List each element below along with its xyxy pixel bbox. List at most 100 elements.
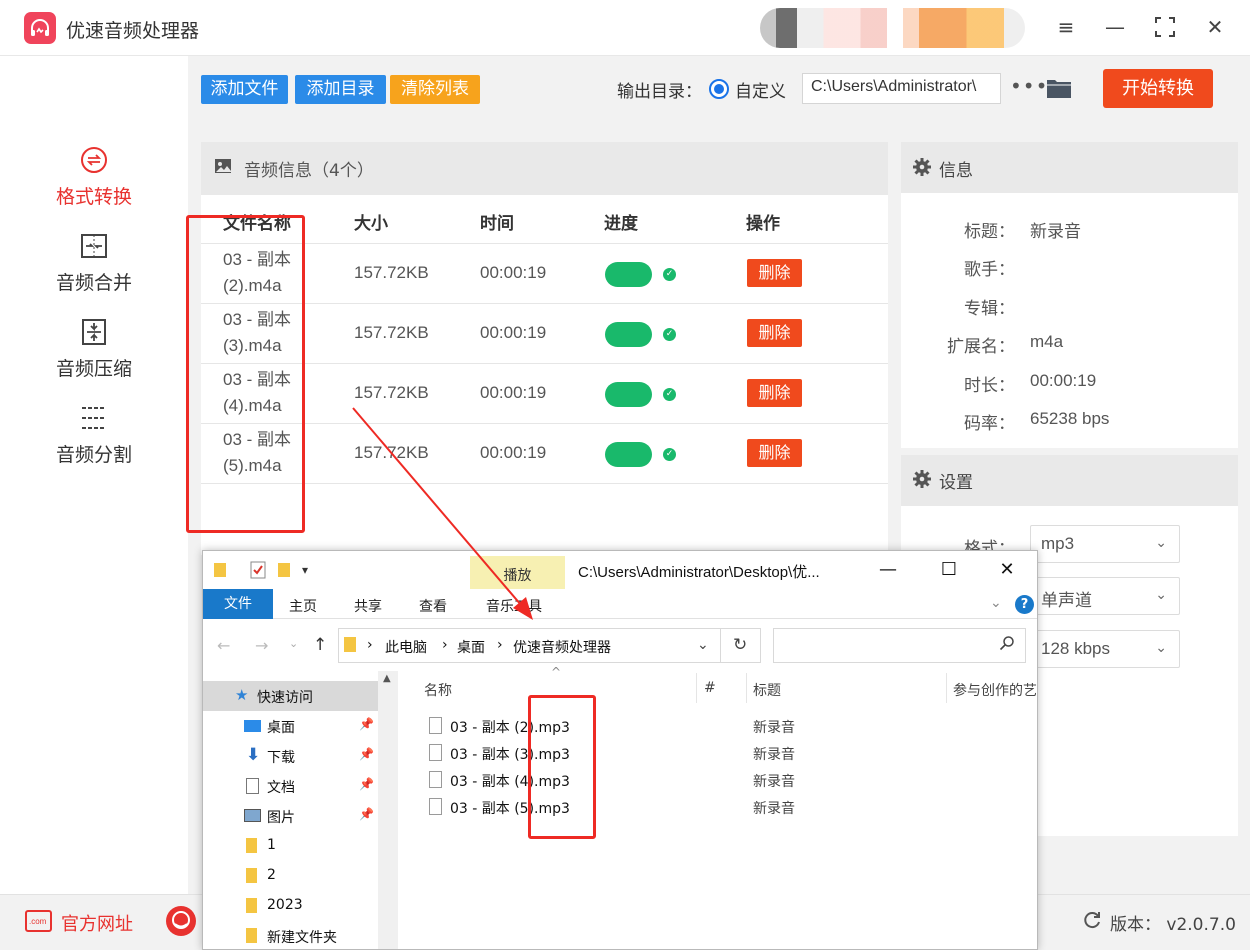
audio-file-icon xyxy=(429,771,442,788)
file-size: 157.72KB xyxy=(354,263,429,282)
sidebar-item-split[interactable]: 音频分割 xyxy=(0,404,188,474)
recent-locations-icon[interactable]: ⌄ xyxy=(289,637,298,650)
custom-radio[interactable] xyxy=(709,79,729,99)
help-icon[interactable]: ? xyxy=(1015,595,1034,614)
column-header-contributing-artists[interactable]: 参与创作的艺 xyxy=(953,680,1037,700)
new-folder-icon[interactable] xyxy=(277,562,291,582)
sidebar-item-merge[interactable]: 音频合并 xyxy=(0,232,188,302)
nav-item-desktop[interactable]: 桌面 📌 xyxy=(203,711,378,741)
split-icon xyxy=(80,404,108,432)
nav-item-documents[interactable]: 文档 📌 xyxy=(203,771,378,801)
delete-button[interactable]: 删除 xyxy=(747,259,802,287)
sort-ascending-icon: ^ xyxy=(551,665,562,679)
info-label-artist: 歌手： xyxy=(964,260,1015,280)
properties-icon[interactable] xyxy=(250,561,266,583)
column-header-name[interactable]: 名称 xyxy=(424,680,452,700)
tab-view[interactable]: 查看 xyxy=(419,596,447,616)
format-select[interactable]: mp3 ⌄ xyxy=(1030,525,1180,563)
explorer-maximize-button[interactable]: ☐ xyxy=(934,557,964,583)
close-button[interactable]: ✕ xyxy=(1198,12,1232,42)
back-arrow-icon[interactable]: ← xyxy=(217,636,230,655)
clear-list-button[interactable]: 清除列表 xyxy=(390,75,480,104)
more-icon[interactable]: ••• xyxy=(1010,74,1048,98)
output-path-input[interactable]: C:\Users\Administrator\ xyxy=(802,73,1001,104)
nav-item-folder-2023[interactable]: 2023 xyxy=(203,891,378,921)
nav-item-downloads[interactable]: ⬇ 下载 📌 xyxy=(203,741,378,771)
nav-item-new-folder[interactable]: 新建文件夹 xyxy=(203,921,378,949)
menu-icon[interactable]: ≡ xyxy=(1049,12,1083,42)
gear-icon xyxy=(913,158,931,180)
forward-arrow-icon[interactable]: → xyxy=(255,636,268,655)
up-arrow-icon[interactable]: ↑ xyxy=(313,635,327,655)
website-icon[interactable]: .com xyxy=(25,910,52,932)
nav-item-pictures[interactable]: 图片 📌 xyxy=(203,801,378,831)
start-convert-button[interactable]: 开始转换 xyxy=(1103,69,1213,108)
pin-icon[interactable]: 📌 xyxy=(359,717,374,731)
nav-item-label: 快速访问 xyxy=(257,690,313,706)
tab-file[interactable]: 文件 xyxy=(203,589,273,619)
explorer-refresh-button[interactable]: ↻ xyxy=(721,628,761,663)
refresh-icon[interactable] xyxy=(1082,910,1102,934)
column-header-number[interactable]: # xyxy=(704,680,716,696)
refresh-icon: ↻ xyxy=(733,635,748,655)
explorer-title: C:\Users\Administrator\Desktop\优... xyxy=(578,564,820,581)
format-select-value: mp3 xyxy=(1041,534,1075,553)
delete-button[interactable]: 删除 xyxy=(747,379,802,407)
play-context-tab[interactable]: 播放 xyxy=(470,556,565,589)
breadcrumb-this-pc[interactable]: 此电脑 xyxy=(385,637,427,657)
maximize-button[interactable] xyxy=(1148,12,1182,42)
customer-service-icon[interactable] xyxy=(166,906,196,936)
audio-file-icon xyxy=(429,798,442,815)
explorer-minimize-button[interactable]: — xyxy=(873,557,903,583)
column-separator xyxy=(946,673,947,703)
file-size: 157.72KB xyxy=(354,323,429,342)
delete-button[interactable]: 删除 xyxy=(747,319,802,347)
nav-scrollbar[interactable]: ▲ xyxy=(378,671,398,949)
open-folder-icon[interactable] xyxy=(1046,77,1072,103)
file-row-title: 新录音 xyxy=(753,720,795,736)
address-dropdown-icon[interactable]: ⌄ xyxy=(697,637,709,653)
sidebar-item-compress[interactable]: 音频压缩 xyxy=(0,318,188,388)
progress-bar xyxy=(605,382,652,407)
sidebar-item-format-convert[interactable]: 格式转换 xyxy=(0,146,188,216)
explorer-close-button[interactable]: ✕ xyxy=(992,557,1022,583)
document-icon xyxy=(246,778,259,794)
breadcrumb-folder[interactable]: 优速音频处理器 xyxy=(513,637,611,657)
dropdown-icon[interactable]: ▾ xyxy=(302,563,308,577)
user-avatar[interactable] xyxy=(760,8,1025,48)
bitrate-select[interactable]: 128 kbps ⌄ xyxy=(1030,630,1180,668)
app-title: 优速音频处理器 xyxy=(66,20,200,42)
bitrate-select-value: 128 kbps xyxy=(1041,639,1110,658)
tab-share[interactable]: 共享 xyxy=(354,596,382,616)
progress-bar xyxy=(605,442,652,467)
tab-music-tools[interactable]: 音乐工具 xyxy=(486,596,542,616)
picture-icon xyxy=(244,809,261,822)
chevron-down-icon: ⌄ xyxy=(1155,534,1167,550)
custom-radio-label[interactable]: 自定义 xyxy=(735,77,786,102)
column-header-size: 大小 xyxy=(354,214,388,234)
add-file-button[interactable]: 添加文件 xyxy=(201,75,288,104)
tab-home[interactable]: 主页 xyxy=(289,596,317,616)
pin-icon[interactable]: 📌 xyxy=(359,807,374,821)
info-panel-title: 信息 xyxy=(939,161,973,181)
search-input[interactable] xyxy=(773,628,1026,663)
column-header-title[interactable]: 标题 xyxy=(753,680,781,700)
breadcrumb-desktop[interactable]: 桌面 xyxy=(457,637,485,657)
official-website-link[interactable]: 官方网址 xyxy=(61,910,133,936)
channel-select-value: 单声道 xyxy=(1041,591,1092,610)
compress-icon xyxy=(80,318,108,346)
nav-item-quick-access[interactable]: ★ 快速访问 xyxy=(203,681,378,711)
channel-select[interactable]: 单声道 ⌄ xyxy=(1030,577,1180,615)
minimize-button[interactable]: — xyxy=(1098,12,1132,42)
pin-icon[interactable]: 📌 xyxy=(359,747,374,761)
sidebar-item-label: 音频合并 xyxy=(55,272,132,294)
delete-button[interactable]: 删除 xyxy=(747,439,802,467)
nav-item-folder-2[interactable]: 2 xyxy=(203,861,378,891)
scroll-up-icon[interactable]: ▲ xyxy=(383,673,391,684)
file-row-title: 新录音 xyxy=(753,747,795,763)
pin-icon[interactable]: 📌 xyxy=(359,777,374,791)
folder-icon xyxy=(246,868,257,883)
expand-ribbon-icon[interactable]: ⌄ xyxy=(990,595,1002,611)
add-directory-button[interactable]: 添加目录 xyxy=(295,75,386,104)
nav-item-folder-1[interactable]: 1 xyxy=(203,831,378,861)
